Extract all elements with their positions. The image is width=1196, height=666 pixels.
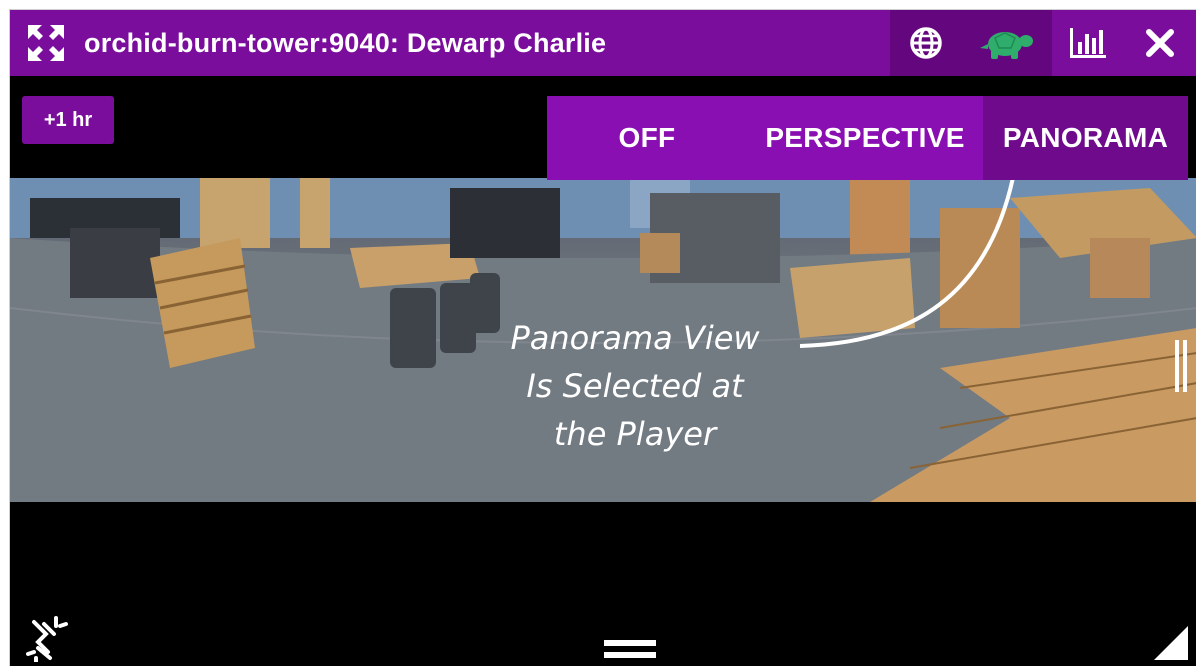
close-icon[interactable] [1124, 10, 1196, 76]
dewarp-off-button[interactable]: OFF [547, 96, 747, 180]
titlebar-actions [890, 10, 1196, 76]
side-handle-icon[interactable] [1174, 340, 1188, 392]
dewarp-panorama-button[interactable]: PANORAMA [983, 96, 1188, 180]
annotation-line-3: the Player [553, 415, 717, 453]
time-offset-button[interactable]: +1 hr [22, 96, 114, 144]
dewarp-perspective-button[interactable]: PERSPECTIVE [747, 96, 983, 180]
resize-corner-icon[interactable] [1154, 626, 1188, 660]
video-player-window: orchid-burn-tower:9040: Dewarp Charlie +… [9, 9, 1196, 666]
expand-arrows-icon[interactable] [24, 21, 68, 65]
broken-link-icon[interactable] [24, 614, 68, 662]
dewarp-mode-selector: OFF PERSPECTIVE PANORAMA [547, 96, 1188, 180]
bar-chart-icon[interactable] [1052, 10, 1124, 76]
turtle-icon[interactable] [962, 10, 1052, 76]
annotation-callout: Panorama View Is Selected at the Player [490, 314, 780, 458]
annotation-line-1: Panorama View [510, 319, 760, 357]
drag-handle-icon[interactable] [602, 638, 658, 660]
globe-icon[interactable] [890, 10, 962, 76]
title-bar: orchid-burn-tower:9040: Dewarp Charlie [10, 10, 1196, 76]
annotation-line-2: Is Selected at [526, 367, 744, 405]
window-title: orchid-burn-tower:9040: Dewarp Charlie [84, 27, 607, 58]
